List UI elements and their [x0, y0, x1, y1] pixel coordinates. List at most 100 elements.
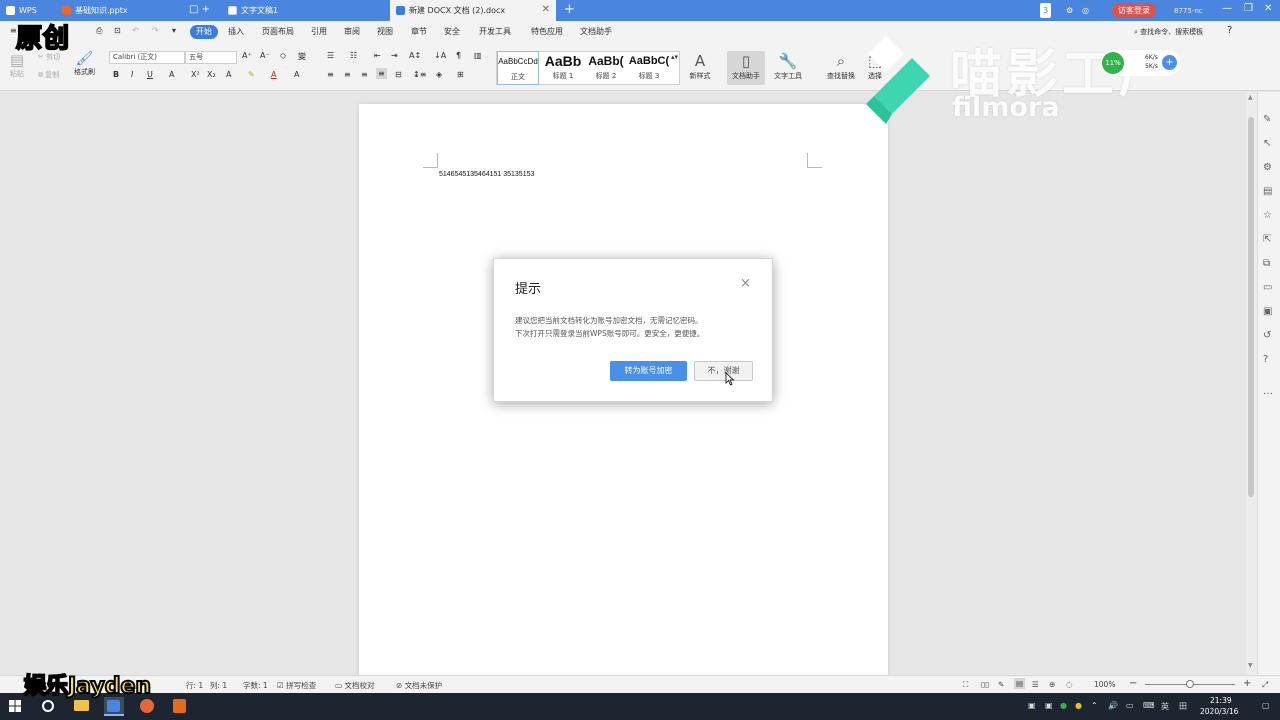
menu-references[interactable]: 引用 — [311, 26, 327, 37]
clock-date[interactable]: 2020/3/16 — [1200, 707, 1238, 716]
notification-badge[interactable]: 3 — [1040, 3, 1052, 18]
paste-button[interactable]: ▤ 粘贴 — [10, 51, 24, 79]
network-speed-widget[interactable]: 11% 6K/s 5K/s + — [1100, 50, 1180, 76]
vertical-scrollbar[interactable]: ▲ ▼ — [1246, 92, 1257, 675]
more-icon[interactable]: … — [1263, 386, 1273, 397]
spell-check-button[interactable]: ☑ 拼写检查 — [277, 680, 316, 691]
style-heading-1[interactable]: AaBb 标题 1 — [541, 51, 585, 85]
close-icon[interactable]: ✕ — [542, 5, 550, 15]
menu-special-apps[interactable]: 特色应用 — [531, 26, 563, 37]
zoom-in-button[interactable]: + — [1243, 678, 1251, 689]
cortana-icon[interactable] — [42, 700, 54, 712]
outline-view-icon[interactable]: ☰ — [1032, 680, 1039, 689]
tab-doc1[interactable]: 文字文稿1 — [222, 0, 387, 21]
share-out-icon[interactable]: ⇱ — [1263, 234, 1271, 245]
menu-developer[interactable]: 开发工具 — [479, 26, 511, 37]
gallery-scroll-icon[interactable]: ▴▾ — [671, 53, 678, 61]
font-color-icon[interactable]: A — [271, 70, 276, 79]
menu-doc-helper[interactable]: 文档助手 — [580, 26, 612, 37]
align-right-icon[interactable]: ≡ — [361, 70, 368, 79]
line-spacing-icon[interactable]: ↨≡ — [413, 70, 426, 79]
question-icon[interactable]: ? — [1263, 354, 1268, 365]
copy-button[interactable]: ⧉ 复制 — [38, 70, 59, 80]
underline-icon[interactable]: U — [147, 70, 153, 79]
tray-app-icon[interactable]: ▣ — [1028, 701, 1036, 710]
edit-icon[interactable]: ✎ — [1263, 114, 1271, 125]
menu-security[interactable]: 安全 — [444, 26, 460, 37]
redo-icon[interactable]: ↷ — [152, 26, 159, 35]
menu-chapter[interactable]: 章节 — [411, 26, 427, 37]
text-tools-button[interactable]: 🔧 文字工具 — [768, 51, 808, 81]
close-icon[interactable]: × — [740, 277, 751, 290]
tray-security-icon[interactable]: ● — [1060, 701, 1067, 710]
menu-review[interactable]: 审阅 — [344, 26, 360, 37]
clock-time[interactable]: 21:39 — [1210, 696, 1232, 705]
ime-mode[interactable]: 田 — [1179, 701, 1187, 712]
align-center-icon[interactable]: ≡ — [344, 70, 351, 79]
superscript-icon[interactable]: X² — [191, 70, 200, 79]
phonetic-icon[interactable]: 變 — [298, 51, 306, 62]
increase-indent-icon[interactable]: ⇥ — [391, 51, 398, 60]
archive-icon[interactable]: ▭ — [1263, 282, 1272, 293]
status-word-count[interactable]: 字数: 1 — [243, 680, 268, 691]
distribute-icon[interactable]: ⊟ — [395, 70, 402, 79]
font-name-select[interactable]: Calibri (正文) — [109, 51, 185, 64]
italic-icon[interactable]: I — [131, 70, 133, 79]
page-view-icon[interactable]: ▤ — [1014, 678, 1026, 689]
layers-icon[interactable]: ⧉ — [1263, 258, 1270, 269]
columns-icon[interactable]: ▥ — [474, 51, 482, 60]
windows-start-icon[interactable] — [9, 700, 21, 712]
taskbar-media-app[interactable] — [170, 697, 190, 716]
bold-icon[interactable]: B — [113, 70, 119, 79]
zoom-out-button[interactable]: − — [1129, 678, 1137, 689]
style-heading-2[interactable]: AaBb( 标题 2 — [585, 51, 627, 85]
document-text[interactable]: 5146545135464151 35135153 — [439, 171, 534, 178]
char-shading-icon[interactable]: A — [294, 70, 299, 79]
scroll-down-icon[interactable]: ▼ — [1248, 662, 1253, 669]
convert-to-account-encryption-button[interactable]: 转为账号加密 — [610, 361, 687, 381]
proofread-button[interactable]: ▭ 文档校对 — [335, 680, 374, 691]
scroll-thumb[interactable] — [1248, 117, 1254, 497]
text-direction-icon[interactable]: A↕ — [409, 51, 421, 60]
decrease-indent-icon[interactable]: ⇤ — [374, 51, 381, 60]
menu-insert[interactable]: 插入 — [228, 26, 244, 37]
quick-access-more-icon[interactable]: ▾ — [172, 26, 176, 35]
tray-expand-icon[interactable]: ⌃ — [1091, 701, 1098, 710]
print-icon[interactable]: ⎙ — [96, 26, 102, 36]
highlight-icon[interactable]: ✎ — [248, 70, 255, 79]
zoom-level[interactable]: 100% — [1094, 680, 1115, 689]
pointer-icon[interactable]: ↖ — [1263, 138, 1271, 149]
numbered-list-icon[interactable]: ☷ — [350, 51, 357, 60]
image-icon[interactable]: ▣ — [1263, 306, 1272, 317]
tray-app-icon[interactable]: ▣ — [1045, 701, 1053, 710]
scroll-up-icon[interactable]: ▲ — [1248, 94, 1253, 101]
help-icon[interactable]: ? — [1227, 25, 1232, 36]
sort-icon[interactable]: ↓A — [434, 51, 446, 60]
zoom-slider-knob[interactable] — [1186, 680, 1194, 688]
close-window-button[interactable]: ✕ — [1264, 3, 1272, 14]
align-left-icon[interactable]: ≡ — [327, 70, 334, 79]
strikethrough-icon[interactable]: A — [169, 70, 174, 79]
font-size-select[interactable]: 五号 — [185, 51, 237, 64]
history-icon[interactable]: ↺ — [1263, 330, 1271, 341]
show-marks-icon[interactable]: ¶ — [456, 51, 461, 60]
web-view-icon[interactable]: ⊕ — [1049, 680, 1055, 689]
minimize-button[interactable]: — — [1222, 3, 1232, 14]
tab-close-icon[interactable]: □ + — [189, 5, 210, 15]
preview-icon[interactable]: ⊡ — [114, 26, 121, 35]
restore-button[interactable]: ❐ — [1244, 3, 1253, 14]
share-icon[interactable]: ◎ — [1082, 3, 1089, 18]
shrink-font-icon[interactable]: A⁻ — [260, 51, 270, 60]
eye-protect-icon[interactable]: ◌ — [1066, 680, 1073, 689]
no-thanks-button[interactable]: 不，谢谢 — [694, 361, 753, 381]
keyboard-icon[interactable]: ⌨ — [1143, 701, 1155, 710]
justify-icon[interactable]: ≡ — [376, 68, 387, 79]
menu-view[interactable]: 视图 — [377, 26, 393, 37]
new-style-button[interactable]: A 新样式 — [683, 51, 717, 81]
doc-helper-button[interactable]: ▯ 文档助手 — [727, 51, 765, 85]
shading-icon[interactable]: ◈ — [436, 70, 442, 79]
ime-language[interactable]: 英 — [1161, 701, 1169, 712]
undo-icon[interactable]: ↶ — [132, 26, 139, 35]
library-icon[interactable]: ▤ — [1263, 186, 1272, 197]
menu-home[interactable]: 开始 — [190, 25, 218, 39]
